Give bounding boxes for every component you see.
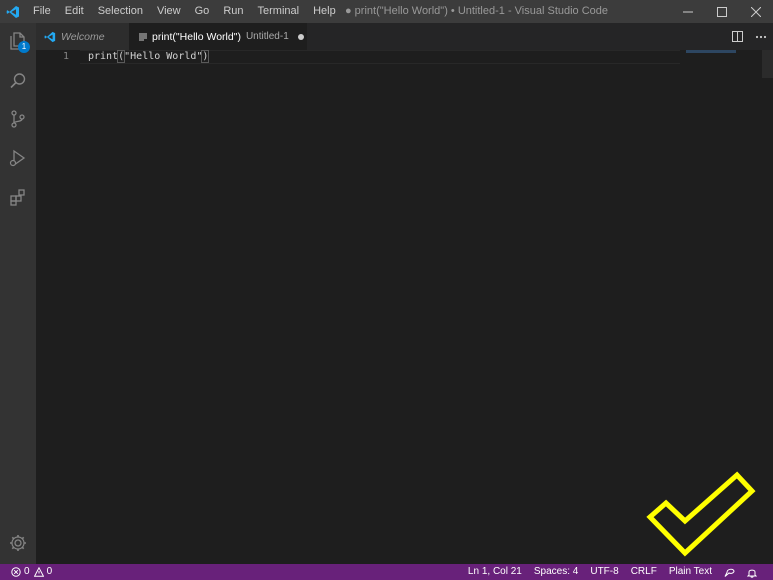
warning-icon: [33, 567, 44, 577]
manage-button[interactable]: [0, 525, 36, 561]
menu-terminal[interactable]: Terminal: [251, 0, 307, 23]
menu-go[interactable]: Go: [188, 0, 217, 23]
code-line[interactable]: print("Hello World"): [88, 50, 210, 64]
checkmark-icon: [646, 471, 756, 557]
extensions-button[interactable]: [0, 179, 36, 215]
ellipsis-icon: [755, 35, 767, 38]
menu-bar: File Edit Selection View Go Run Terminal…: [26, 0, 343, 23]
minimize-icon: [683, 11, 693, 12]
indentation[interactable]: Spaces: 4: [528, 564, 584, 580]
tab-label: print("Hello World"): [152, 30, 241, 43]
line-ending[interactable]: CRLF: [625, 564, 663, 580]
activity-bar: 1: [0, 23, 36, 564]
error-icon: [11, 567, 21, 577]
tab-untitled-1[interactable]: print("Hello World") Untitled-1: [129, 23, 307, 50]
warning-count: 0: [46, 566, 53, 577]
split-editor-icon: [731, 31, 743, 42]
bell-icon: [747, 569, 757, 578]
close-icon: [751, 6, 761, 17]
source-control-icon: [11, 110, 25, 128]
title-bar: File Edit Selection View Go Run Terminal…: [0, 0, 773, 23]
more-actions-button[interactable]: [749, 23, 773, 50]
minimap-highlight: [686, 50, 736, 53]
menu-selection[interactable]: Selection: [91, 0, 150, 23]
window-controls: [671, 0, 773, 23]
menu-help[interactable]: Help: [306, 0, 343, 23]
status-bar: 0 0 Ln 1, Col 21 Spaces: 4 UTF-8 CRLF Pl…: [0, 564, 773, 580]
menu-view[interactable]: View: [150, 0, 188, 23]
maximize-button[interactable]: [705, 0, 739, 23]
language-mode[interactable]: Plain Text: [663, 564, 718, 580]
run-debug-button[interactable]: [0, 140, 36, 176]
cursor-position[interactable]: Ln 1, Col 21: [462, 564, 528, 580]
menu-run[interactable]: Run: [216, 0, 250, 23]
menu-file[interactable]: File: [26, 0, 58, 23]
maximize-icon: [717, 6, 727, 17]
source-control-button[interactable]: [0, 101, 36, 137]
menu-edit[interactable]: Edit: [58, 0, 91, 23]
gear-icon: [10, 535, 26, 551]
text-file-icon: [139, 33, 147, 40]
code-string: "Hello World": [124, 51, 203, 62]
encoding[interactable]: UTF-8: [584, 564, 624, 580]
vertical-scrollbar[interactable]: [762, 50, 773, 78]
line-number: 1: [62, 51, 69, 62]
feedback-button[interactable]: [718, 564, 741, 580]
tab-sublabel: Untitled-1: [245, 31, 289, 42]
vscode-logo-icon: [44, 31, 56, 42]
search-icon: [10, 73, 26, 89]
editor-actions: [725, 23, 773, 50]
tab-welcome-label: Welcome: [61, 30, 105, 43]
explorer-badge: 1: [18, 41, 30, 53]
notifications-button[interactable]: [741, 564, 763, 580]
status-right: Ln 1, Col 21 Spaces: 4 UTF-8 CRLF Plain …: [462, 564, 763, 580]
extensions-icon: [10, 189, 25, 206]
tab-welcome[interactable]: Welcome: [36, 23, 129, 50]
unsaved-dot-icon[interactable]: [297, 33, 304, 40]
code-function: print: [88, 51, 119, 62]
close-paren: ): [201, 50, 210, 63]
tab-bar: Welcome print("Hello World") Untitled-1: [36, 23, 773, 50]
close-window-button[interactable]: [739, 0, 773, 23]
split-editor-button[interactable]: [725, 23, 749, 50]
error-count: 0: [24, 566, 30, 577]
minimize-button[interactable]: [671, 0, 705, 23]
explorer-button[interactable]: 1: [0, 23, 36, 59]
vscode-logo-icon: [0, 0, 26, 23]
status-left: 0 0: [9, 564, 56, 580]
problems-indicator[interactable]: 0 0: [9, 564, 56, 580]
feedback-icon: [724, 568, 735, 577]
search-button[interactable]: [0, 63, 36, 99]
vscode-window: File Edit Selection View Go Run Terminal…: [0, 0, 773, 580]
run-debug-icon: [9, 149, 26, 167]
